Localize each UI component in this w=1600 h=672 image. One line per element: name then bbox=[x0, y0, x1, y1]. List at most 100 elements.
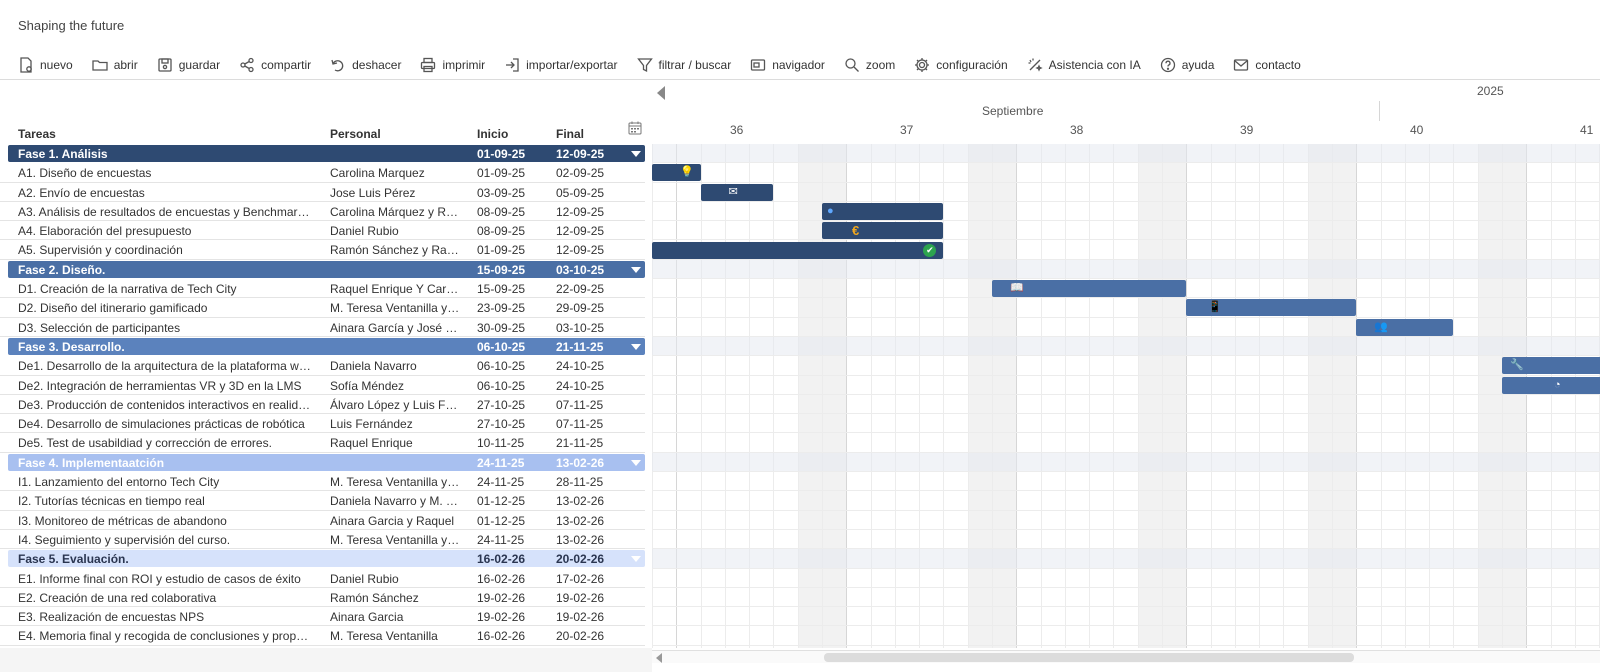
task-person: Ainara Garcia y Raquel bbox=[330, 513, 455, 528]
filter-icon bbox=[636, 57, 653, 72]
task-person: Ramón Sánchez y Raquel bbox=[330, 243, 460, 258]
task-end: 13-02-26 bbox=[556, 455, 605, 470]
toolbar-button-filter[interactable]: filtrar / buscar bbox=[636, 54, 731, 76]
task-name: De5. Test de usabildiad y corrección de … bbox=[18, 436, 272, 451]
task-person: Carolina Márquez y Raquel bbox=[330, 204, 460, 219]
gantt-bar[interactable]: 🔧 bbox=[1502, 357, 1600, 375]
task-row[interactable]: De4. Desarrollo de simulaciones práctica… bbox=[0, 414, 645, 434]
task-name: D1. Creación de la narrativa de Tech Cit… bbox=[18, 282, 237, 297]
gantt-bar[interactable]: 📱 bbox=[1186, 299, 1357, 317]
header-start[interactable]: Inicio bbox=[477, 127, 508, 141]
toolbar-button-share[interactable]: compartir bbox=[239, 54, 311, 76]
gantt-bar[interactable]: 📖 bbox=[992, 280, 1187, 298]
gantt-row bbox=[652, 318, 1600, 337]
toolbar-button-import-export[interactable]: importar/exportar bbox=[504, 54, 618, 76]
gantt-bar[interactable]: ◔ bbox=[1502, 376, 1600, 394]
task-start: 01-09-25 bbox=[477, 166, 526, 181]
scrollbar-thumb[interactable] bbox=[824, 653, 1354, 662]
gantt-row bbox=[652, 452, 1600, 473]
gantt-bar[interactable]: ✉ bbox=[700, 183, 774, 201]
save-icon bbox=[158, 57, 172, 72]
collapse-caret-icon[interactable] bbox=[631, 556, 641, 563]
task-name: A3. Análisis de resultados de encuestas … bbox=[18, 204, 311, 219]
phase-row[interactable]: Fase 4. Implementaatción 24-11-25 13-02-26 bbox=[0, 453, 645, 473]
task-name: De4. Desarrollo de simulaciones práctica… bbox=[18, 417, 305, 432]
gantt-bar[interactable]: 💡 bbox=[652, 164, 701, 182]
task-start: 01-12-25 bbox=[477, 513, 526, 528]
mail-icon bbox=[1234, 58, 1249, 71]
task-row[interactable]: De1. Desarrollo de la arquitectura de la… bbox=[0, 356, 645, 376]
task-start: 16-02-26 bbox=[477, 552, 526, 567]
collapse-caret-icon[interactable] bbox=[631, 343, 641, 350]
task-name: I1. Lanzamiento del entorno Tech City bbox=[18, 475, 220, 490]
toolbar-label: Asistencia con IA bbox=[1048, 57, 1141, 72]
toolbar-label: imprimir bbox=[442, 57, 486, 72]
task-row[interactable]: A2. Envío de encuestas Jose Luis Pérez 03-… bbox=[0, 183, 645, 202]
task-row[interactable]: I1. Lanzamiento del entorno Tech City M. … bbox=[0, 472, 645, 492]
task-start: 06-10-25 bbox=[477, 378, 526, 393]
task-row[interactable]: A5. Supervisión y coordinación Ramón Sánc… bbox=[0, 240, 645, 260]
collapse-caret-icon[interactable] bbox=[631, 151, 641, 157]
phase-row[interactable]: Fase 1. Análisis 01-09-25 12-09-25 bbox=[0, 144, 645, 164]
horizontal-scrollbar[interactable] bbox=[652, 650, 1600, 663]
toolbar-button-zoom[interactable]: zoom bbox=[844, 54, 895, 76]
toolbar-button-save[interactable]: guardar bbox=[157, 54, 220, 76]
task-row[interactable]: E3. Realización de encuestas NPS Ainara G… bbox=[0, 607, 645, 627]
task-row[interactable]: A3. Análisis de resultados de encuestas … bbox=[0, 202, 645, 222]
task-row[interactable]: E4. Memoria final y recogida de conclusi… bbox=[0, 626, 645, 646]
task-name: Fase 2. Diseño. bbox=[18, 262, 106, 277]
task-end: 13-02-26 bbox=[556, 494, 605, 509]
task-name: De1. Desarrollo de la arquitectura de la… bbox=[18, 359, 311, 374]
task-row[interactable]: I3. Monitoreo de métricas de abandono Ain… bbox=[0, 511, 645, 530]
gantt-grid[interactable]: 💡 ✉ ● € ✔ 📖 📱 👥 🔧 ◔ bbox=[652, 144, 1600, 648]
header-person[interactable]: Personal bbox=[330, 127, 381, 141]
header-end[interactable]: Final bbox=[556, 127, 584, 141]
task-row[interactable]: D3. Selección de participantes Ainara Gar… bbox=[0, 318, 645, 337]
calendar-icon[interactable] bbox=[628, 121, 642, 135]
week-label: 39 bbox=[1240, 123, 1254, 137]
toolbar-button-print[interactable]: imprimir bbox=[420, 54, 485, 76]
phase-row[interactable]: Fase 3. Desarrollo. 06-10-25 21-11-25 bbox=[0, 337, 645, 357]
collapse-caret-icon[interactable] bbox=[631, 266, 641, 273]
task-row[interactable]: De5. Test de usabildiad y corrección de … bbox=[0, 433, 645, 453]
toolbar-button-folder[interactable]: abrir bbox=[92, 54, 138, 76]
task-person: Raquel Enrique bbox=[330, 436, 413, 451]
task-row[interactable]: D1. Creación de la narrativa de Tech Cit… bbox=[0, 279, 645, 299]
toolbar-button-help[interactable]: ayuda bbox=[1160, 54, 1214, 76]
task-row[interactable]: E2. Creación de una red colaborativa Ramó… bbox=[0, 588, 645, 608]
week-label: 37 bbox=[900, 123, 914, 137]
collapse-caret-icon[interactable] bbox=[631, 459, 641, 466]
gantt-bar[interactable]: ● bbox=[822, 202, 944, 220]
task-row[interactable]: A1. Diseño de encuestas Carolina Marquez 0… bbox=[0, 163, 645, 183]
task-row[interactable]: D2. Diseño del itinerario gamificado M. T… bbox=[0, 298, 645, 318]
gantt-bar[interactable]: ✔ bbox=[652, 241, 944, 259]
task-row[interactable]: I2. Tutorías técnicas en tiempo real Dani… bbox=[0, 491, 645, 511]
toolbar-button-new-file[interactable]: nuevo bbox=[18, 54, 73, 76]
task-row[interactable]: De2. Integración de herramientas VR y 3D… bbox=[0, 376, 645, 395]
envelope-icon: ✉ bbox=[728, 185, 738, 198]
toolbar-button-gear[interactable]: configuración bbox=[914, 54, 1008, 76]
toolbar-button-undo[interactable]: deshacer bbox=[330, 54, 401, 76]
gantt-bar[interactable]: 👥 bbox=[1356, 318, 1454, 336]
phase-row[interactable]: Fase 5. Evaluación. 16-02-26 20-02-26 bbox=[0, 549, 645, 569]
gantt-bar[interactable]: € bbox=[822, 222, 944, 240]
toolbar-button-mail[interactable]: contacto bbox=[1233, 54, 1301, 76]
gantt-row bbox=[652, 221, 1600, 241]
header-task[interactable]: Tareas bbox=[18, 127, 56, 141]
task-start: 30-09-25 bbox=[477, 320, 526, 335]
gantt-row bbox=[652, 144, 1600, 164]
task-row[interactable]: De3. Producción de contenidos interactiv… bbox=[0, 395, 645, 415]
people-icon: 👥 bbox=[1374, 320, 1388, 333]
toolbar-button-navigator[interactable]: navigador bbox=[750, 54, 825, 76]
toolbar-label: zoom bbox=[865, 57, 896, 72]
gantt-row bbox=[652, 414, 1600, 434]
phase-row[interactable]: Fase 2. Diseño. 15-09-25 03-10-25 bbox=[0, 260, 645, 280]
phone-icon: 📱 bbox=[1208, 301, 1222, 314]
task-row[interactable]: I4. Seguimiento y supervisión del curso.… bbox=[0, 530, 645, 550]
timeline-prev-arrow-icon[interactable] bbox=[657, 86, 665, 100]
task-row[interactable]: A4. Elaboración del presupuesto Daniel Ru… bbox=[0, 221, 645, 241]
scroll-left-arrow-icon[interactable] bbox=[656, 653, 662, 663]
task-name: E1. Informe final con ROI y estudio de c… bbox=[18, 571, 301, 586]
toolbar-button-ai-wand[interactable]: Asistencia con IA bbox=[1027, 54, 1141, 76]
task-row[interactable]: E1. Informe final con ROI y estudio de c… bbox=[0, 569, 645, 588]
